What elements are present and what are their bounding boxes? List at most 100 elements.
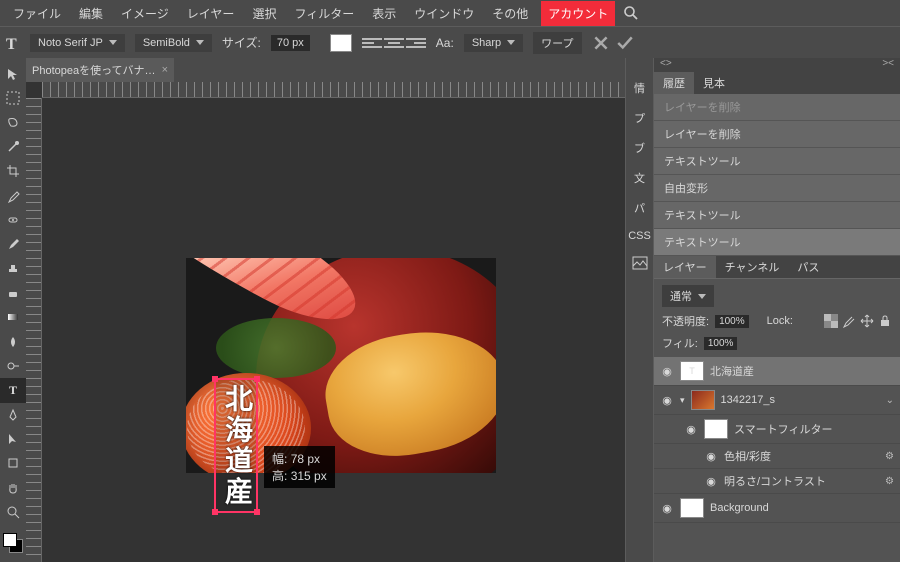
menu-image[interactable]: イメージ <box>112 1 178 26</box>
path-select-tool[interactable] <box>0 427 26 451</box>
workspace[interactable]: 北海道産 幅: 78 px 高: 315 px <box>26 98 625 562</box>
tab-swatches[interactable]: 見本 <box>694 72 734 94</box>
menu-view[interactable]: 表示 <box>363 1 405 26</box>
lock-all-icon[interactable] <box>878 314 892 328</box>
menu-filter[interactable]: フィルター <box>285 1 363 26</box>
menu-edit[interactable]: 編集 <box>70 1 112 26</box>
visibility-icon[interactable]: ◉ <box>704 450 718 463</box>
stamp-tool[interactable] <box>0 257 26 281</box>
tab-history[interactable]: 履歴 <box>654 72 694 94</box>
confirm-icon[interactable] <box>616 34 634 52</box>
vertical-text[interactable]: 北海道産 <box>216 380 256 511</box>
history-item[interactable]: レイヤーを削除 <box>654 121 900 148</box>
lock-transparent-icon[interactable] <box>824 314 838 328</box>
menu-file[interactable]: ファイル <box>4 1 70 26</box>
side-css-icon[interactable]: CSS <box>628 230 651 242</box>
resize-handle-bl[interactable] <box>212 509 218 515</box>
gear-icon[interactable]: ⚙ <box>885 451 894 462</box>
menu-window[interactable]: ウインドウ <box>405 1 483 26</box>
opacity-input[interactable]: 100% <box>715 315 749 328</box>
blur-tool[interactable] <box>0 330 26 354</box>
hand-tool[interactable] <box>0 476 26 500</box>
layer-name[interactable]: Background <box>710 502 769 514</box>
move-tool[interactable] <box>0 62 26 86</box>
text-color-swatch[interactable] <box>330 34 352 52</box>
blend-mode-dropdown[interactable]: 通常 <box>662 285 714 307</box>
lock-position-icon[interactable] <box>860 314 874 328</box>
color-swatches[interactable] <box>0 530 26 562</box>
expand-icon[interactable]: ▾ <box>680 395 685 406</box>
history-item[interactable]: テキストツール <box>654 148 900 175</box>
fill-input[interactable]: 100% <box>704 337 738 350</box>
visibility-icon[interactable]: ◉ <box>704 475 718 488</box>
gradient-tool[interactable] <box>0 305 26 329</box>
pen-tool[interactable] <box>0 403 26 427</box>
history-item[interactable]: テキストツール <box>654 202 900 229</box>
resize-handle-br[interactable] <box>254 509 260 515</box>
type-tool[interactable]: T <box>0 378 26 402</box>
text-selection-box[interactable]: 北海道産 <box>214 378 258 513</box>
marquee-tool[interactable] <box>0 86 26 110</box>
font-size-input[interactable]: 70 px <box>271 35 310 51</box>
brush-tool[interactable] <box>0 232 26 256</box>
layer-name[interactable]: 北海道産 <box>710 363 754 379</box>
history-item[interactable]: レイヤーを削除 <box>654 94 900 121</box>
cancel-icon[interactable] <box>592 34 610 52</box>
visibility-icon[interactable]: ◉ <box>660 502 674 515</box>
side-char-icon[interactable]: 文 <box>634 170 645 186</box>
tab-layers[interactable]: レイヤー <box>654 256 716 278</box>
side-info-icon[interactable]: 情 <box>634 80 645 96</box>
tab-paths[interactable]: パス <box>788 256 828 278</box>
font-weight-dropdown[interactable]: SemiBold <box>135 34 212 52</box>
resize-handle-tr[interactable] <box>254 376 260 382</box>
font-family-dropdown[interactable]: Noto Serif JP <box>30 34 125 52</box>
align-center-button[interactable] <box>384 34 404 52</box>
align-left-button[interactable] <box>362 34 382 52</box>
align-right-button[interactable] <box>406 34 426 52</box>
tab-channels[interactable]: チャンネル <box>716 256 789 278</box>
collapse-right-icon[interactable]: >< <box>882 58 894 72</box>
crop-tool[interactable] <box>0 159 26 183</box>
menu-layer[interactable]: レイヤー <box>178 1 244 26</box>
shape-tool[interactable] <box>0 451 26 475</box>
resize-handle-tl[interactable] <box>212 376 218 382</box>
antialias-dropdown[interactable]: Sharp <box>464 34 523 52</box>
lasso-tool[interactable] <box>0 111 26 135</box>
layer-row[interactable]: ◉ ▾ 1342217_s ⌄ <box>654 386 900 415</box>
eraser-tool[interactable] <box>0 281 26 305</box>
side-props-icon[interactable]: プ <box>634 110 645 126</box>
side-image-icon[interactable] <box>632 256 648 273</box>
dodge-tool[interactable] <box>0 354 26 378</box>
heal-tool[interactable] <box>0 208 26 232</box>
gear-icon[interactable]: ⚙ <box>885 476 894 487</box>
history-item[interactable]: テキストツール <box>654 229 900 256</box>
eyedropper-tool[interactable] <box>0 184 26 208</box>
layer-name[interactable]: 1342217_s <box>721 394 775 406</box>
layer-row[interactable]: ◉ T 北海道産 <box>654 357 900 386</box>
layer-name[interactable]: スマートフィルター <box>734 421 832 437</box>
layer-row[interactable]: ◉ 明るさ/コントラスト ⚙ <box>654 469 900 494</box>
layer-name[interactable]: 色相/彩度 <box>724 448 771 464</box>
visibility-icon[interactable]: ◉ <box>684 423 698 436</box>
layer-row[interactable]: ◉ Background <box>654 494 900 523</box>
close-tab-icon[interactable]: × <box>162 64 168 76</box>
menu-account[interactable]: アカウント <box>541 1 615 26</box>
side-brush-icon[interactable]: ブ <box>634 140 645 156</box>
visibility-icon[interactable]: ◉ <box>660 394 674 407</box>
collapse-left-icon[interactable]: <> <box>660 58 672 72</box>
document-tab[interactable]: Photopeaを使ってバナ…× <box>26 58 174 82</box>
search-icon[interactable] <box>623 5 639 21</box>
layer-row[interactable]: ◉ 色相/彩度 ⚙ <box>654 444 900 469</box>
layer-row[interactable]: ◉ スマートフィルター <box>654 415 900 444</box>
layer-name[interactable]: 明るさ/コントラスト <box>724 473 826 489</box>
history-item[interactable]: 自由変形 <box>654 175 900 202</box>
warp-button[interactable]: ワープ <box>533 32 581 54</box>
menu-other[interactable]: その他 <box>483 1 537 26</box>
side-para-icon[interactable]: パ <box>634 200 645 216</box>
chevron-down-icon[interactable]: ⌄ <box>886 395 894 406</box>
menu-select[interactable]: 選択 <box>243 1 285 26</box>
lock-pixels-icon[interactable] <box>842 314 856 328</box>
wand-tool[interactable] <box>0 135 26 159</box>
visibility-icon[interactable]: ◉ <box>660 365 674 378</box>
zoom-tool[interactable] <box>0 500 26 524</box>
